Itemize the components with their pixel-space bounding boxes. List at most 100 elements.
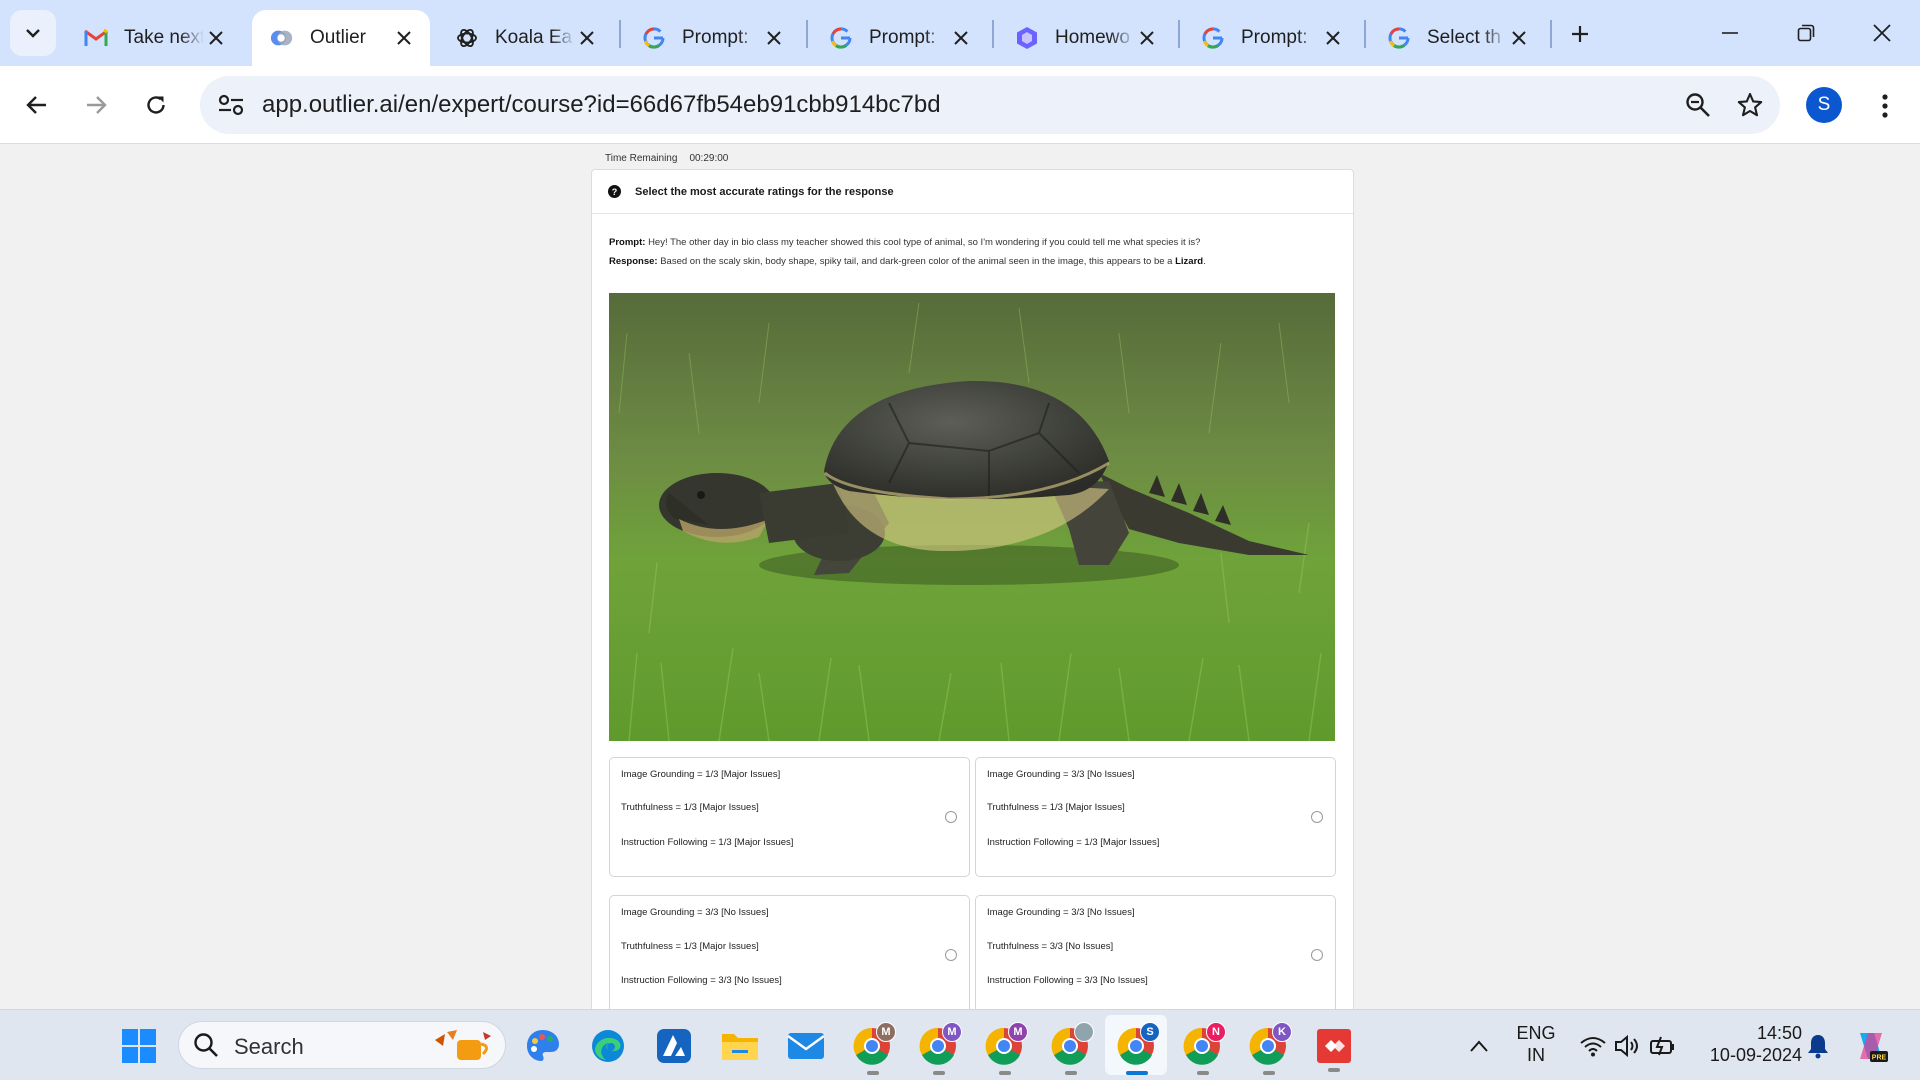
minimize-button[interactable]	[1700, 10, 1760, 56]
option-radio[interactable]	[945, 811, 957, 823]
tab-search-button[interactable]	[10, 10, 56, 56]
back-button[interactable]	[14, 82, 60, 128]
plus-icon	[1572, 26, 1588, 42]
arrow-left-icon	[26, 96, 46, 114]
time-remaining: Time Remaining 00:29:00	[605, 153, 728, 164]
notification-bell-icon[interactable]	[1797, 1025, 1839, 1067]
taskbar-search[interactable]: Search	[178, 1021, 506, 1069]
chrome-profile-icon[interactable]: M	[917, 1022, 962, 1075]
chrome-profile-icon[interactable]: N	[1181, 1022, 1226, 1075]
restore-icon	[1797, 24, 1815, 42]
rating-option-3[interactable]: Image Grounding = 3/3 [No Issues] Truthf…	[609, 895, 970, 1009]
close-icon[interactable]	[762, 26, 786, 50]
tab-title: Prompt:	[869, 27, 936, 48]
tab-title: Select th	[1427, 27, 1501, 48]
instruction-following-rating: Instruction Following = 1/3 [Major Issue…	[987, 837, 1160, 848]
menu-button[interactable]	[1868, 86, 1902, 126]
chrome-profile-icon[interactable]	[1049, 1022, 1094, 1075]
google-icon	[829, 26, 853, 50]
anydesk-icon[interactable]	[1313, 1025, 1355, 1072]
svg-text:PRE: PRE	[1872, 1055, 1887, 1062]
battery-charging-icon[interactable]	[1642, 1025, 1684, 1067]
paint-app-icon[interactable]	[522, 1025, 564, 1067]
tab-title: Koala Ea	[495, 27, 573, 48]
address-bar[interactable]: app.outlier.ai/en/expert/course?id=66d67…	[200, 76, 1780, 134]
profile-badge: M	[876, 1022, 896, 1042]
bookmark-star-icon[interactable]	[1734, 89, 1766, 121]
azure-vpn-icon[interactable]	[653, 1025, 695, 1067]
homework-icon	[1015, 26, 1039, 50]
chrome-profile-icon[interactable]: S	[1115, 1022, 1160, 1075]
running-indicator	[933, 1071, 945, 1075]
zoom-icon[interactable]	[1682, 89, 1714, 121]
browser-toolbar: app.outlier.ai/en/expert/course?id=66d67…	[0, 66, 1920, 144]
chrome-profile-icon[interactable]: K	[1247, 1022, 1292, 1075]
search-label: Search	[234, 1034, 304, 1059]
profile-avatar[interactable]: S	[1806, 87, 1842, 123]
option-radio[interactable]	[945, 949, 957, 961]
copilot-icon[interactable]: PRE	[1850, 1025, 1892, 1067]
question-text: Select the most accurate ratings for the…	[635, 185, 894, 198]
response-label: Response:	[609, 256, 658, 267]
instruction-following-rating: Instruction Following = 1/3 [Major Issue…	[621, 837, 794, 848]
image-grounding-rating: Image Grounding = 1/3 [Major Issues]	[621, 769, 781, 780]
input-language[interactable]: ENG IN	[1508, 1022, 1564, 1066]
tab-google-select[interactable]: Select th	[1369, 10, 1545, 66]
close-icon[interactable]	[1135, 26, 1159, 50]
tab-gmail[interactable]: Take next	[66, 10, 242, 66]
close-icon[interactable]	[1507, 26, 1531, 50]
prompt-label: Prompt:	[609, 237, 646, 248]
running-indicator	[1328, 1068, 1340, 1072]
tab-google-prompt[interactable]: Prompt:	[811, 10, 987, 66]
close-icon[interactable]	[204, 26, 228, 50]
option-radio[interactable]	[1311, 811, 1323, 823]
arrow-right-icon	[87, 96, 107, 114]
image-grounding-rating: Image Grounding = 3/3 [No Issues]	[621, 907, 769, 918]
task-card: ? Select the most accurate ratings for t…	[591, 169, 1354, 1009]
start-button[interactable]	[118, 1025, 160, 1067]
tab-title: Outlier	[310, 27, 366, 48]
close-icon	[1873, 24, 1891, 42]
tab-separator	[1364, 20, 1366, 48]
show-hidden-icons-button[interactable]	[1458, 1025, 1500, 1067]
tab-google-prompt[interactable]: Prompt:	[624, 10, 800, 66]
tab-title: Homewo	[1055, 27, 1130, 48]
tab-title: Prompt:	[1241, 27, 1308, 48]
language-code: ENG	[1516, 1023, 1556, 1043]
chrome-profile-icon[interactable]: M	[851, 1022, 896, 1075]
rating-option-2[interactable]: Image Grounding = 3/3 [No Issues] Truthf…	[975, 757, 1336, 877]
running-indicator	[1197, 1071, 1209, 1075]
tab-google-prompt[interactable]: Prompt:	[1183, 10, 1359, 66]
url-text[interactable]: app.outlier.ai/en/expert/course?id=66d67…	[262, 91, 941, 119]
close-icon[interactable]	[392, 26, 416, 50]
chrome-profile-icon[interactable]: M	[983, 1022, 1028, 1075]
forward-button[interactable]	[73, 82, 119, 128]
new-tab-button[interactable]	[1560, 14, 1600, 54]
close-icon[interactable]	[575, 26, 599, 50]
edge-browser-icon[interactable]	[587, 1025, 629, 1067]
close-window-button[interactable]	[1852, 10, 1912, 56]
close-icon[interactable]	[1321, 26, 1345, 50]
option-radio[interactable]	[1311, 949, 1323, 961]
tab-homework[interactable]: Homewo	[997, 10, 1173, 66]
rating-option-4[interactable]: Image Grounding = 3/3 [No Issues] Truthf…	[975, 895, 1336, 1009]
restore-button[interactable]	[1776, 10, 1836, 56]
site-info-icon[interactable]	[214, 88, 248, 122]
chevron-down-icon	[26, 29, 40, 38]
profile-badge: S	[1140, 1022, 1160, 1042]
rating-option-1[interactable]: Image Grounding = 1/3 [Major Issues] Tru…	[609, 757, 970, 877]
running-indicator	[1263, 1071, 1275, 1075]
tab-koala[interactable]: Koala Ea	[437, 10, 613, 66]
tab-separator	[992, 20, 994, 48]
tab-outlier[interactable]: Outlier	[252, 10, 430, 66]
region-code: IN	[1527, 1045, 1545, 1065]
clock[interactable]: 14:50 10-09-2024	[1692, 1022, 1802, 1066]
tab-strip: Take next Outlier Koala Ea Prompt: Promp…	[0, 0, 1920, 66]
openai-icon	[455, 26, 479, 50]
reload-button[interactable]	[133, 82, 179, 128]
mail-app-icon[interactable]	[785, 1025, 827, 1067]
file-explorer-icon[interactable]	[719, 1025, 761, 1067]
close-icon[interactable]	[949, 26, 973, 50]
response-line: Response: Based on the scaly skin, body …	[609, 256, 1206, 267]
windows-logo-icon	[122, 1029, 156, 1063]
